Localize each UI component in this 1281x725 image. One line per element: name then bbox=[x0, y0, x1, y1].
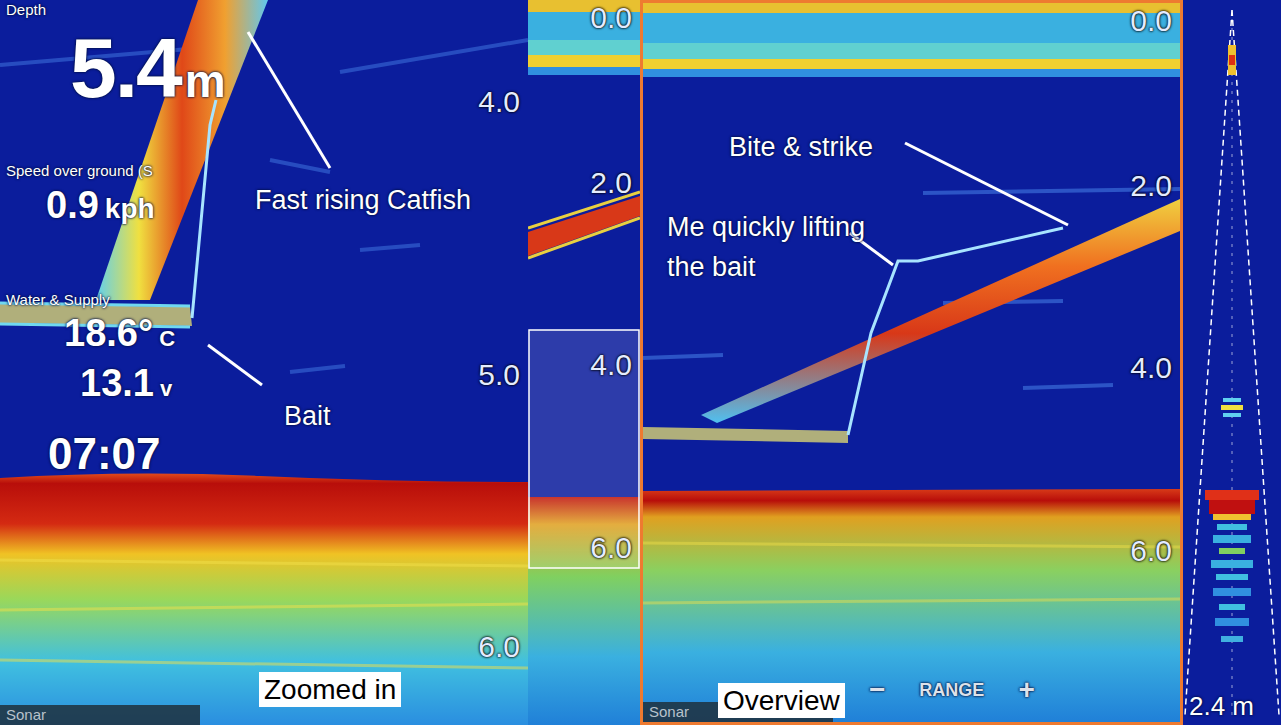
temperature-readout: 18.6°C bbox=[64, 314, 175, 352]
depth-scale-label: 6.0 bbox=[590, 531, 632, 564]
depth-scale-label: 0.0 bbox=[590, 1, 632, 34]
annotation-label: Bait bbox=[284, 402, 331, 432]
depth-scale-label: 4.0 bbox=[1130, 351, 1172, 384]
depth-scale-label: 5.0 bbox=[478, 358, 520, 391]
beam-panel: 2.4 m bbox=[1183, 0, 1281, 725]
speed-label: Speed over ground (S bbox=[6, 163, 153, 180]
voltage-readout: 13.1v bbox=[80, 364, 172, 402]
temperature-value: 18.6° bbox=[64, 314, 153, 352]
caption-label: Zoomed in bbox=[259, 672, 401, 707]
speed-readout: 0.9kph bbox=[46, 186, 155, 225]
depth-label: Depth bbox=[6, 2, 46, 19]
annotation-label: Bite & strike bbox=[729, 133, 873, 163]
range-minus-button[interactable]: − bbox=[869, 675, 885, 706]
range-plus-button[interactable]: + bbox=[1018, 675, 1034, 706]
annotation-label: Me quickly lifting the bait bbox=[667, 207, 867, 287]
voltage-value: 13.1 bbox=[80, 364, 154, 402]
depth-readout: 5.4m bbox=[70, 26, 226, 110]
depth-scale-label: 2.0 bbox=[1130, 169, 1172, 202]
speed-value: 0.9 bbox=[46, 186, 99, 224]
overview-strip[interactable]: 0.0 2.0 4.0 6.0 bbox=[528, 0, 640, 725]
temperature-unit: C bbox=[159, 327, 175, 351]
overview-sonar-image bbox=[643, 3, 1180, 722]
voltage-unit: v bbox=[160, 377, 172, 401]
depth-scale-label: 0.0 bbox=[1130, 4, 1172, 37]
depth-scale-label: 2.0 bbox=[590, 166, 632, 199]
speed-unit: kph bbox=[105, 194, 155, 225]
beam-range-label: 2.4 m bbox=[1189, 692, 1254, 721]
depth-scale-label: 4.0 bbox=[478, 85, 520, 118]
depth-scale-label: 4.0 bbox=[590, 348, 632, 381]
range-label: RANGE bbox=[919, 681, 984, 701]
depth-unit: m bbox=[185, 56, 226, 107]
beam-cone-icon bbox=[1183, 0, 1281, 725]
time-readout: 07:07 bbox=[48, 430, 161, 478]
depth-scale-label: 6.0 bbox=[1130, 534, 1172, 567]
depth-value: 5.4 bbox=[70, 26, 181, 110]
zoomed-panel: Depth 5.4m Speed over ground (S 0.9kph Water… bbox=[0, 0, 528, 725]
range-controls: − RANGE + bbox=[869, 675, 1035, 706]
water-label: Water & Supply bbox=[6, 292, 110, 309]
caption-label: Overview bbox=[718, 683, 845, 718]
annotation-label: Fast rising Catfish bbox=[255, 186, 471, 216]
source-label: Sonar bbox=[0, 705, 200, 725]
overview-panel: 0.0 2.0 4.0 6.0 Bite & strike Me quickly lift… bbox=[640, 0, 1183, 725]
depth-scale-label: 6.0 bbox=[478, 630, 520, 663]
